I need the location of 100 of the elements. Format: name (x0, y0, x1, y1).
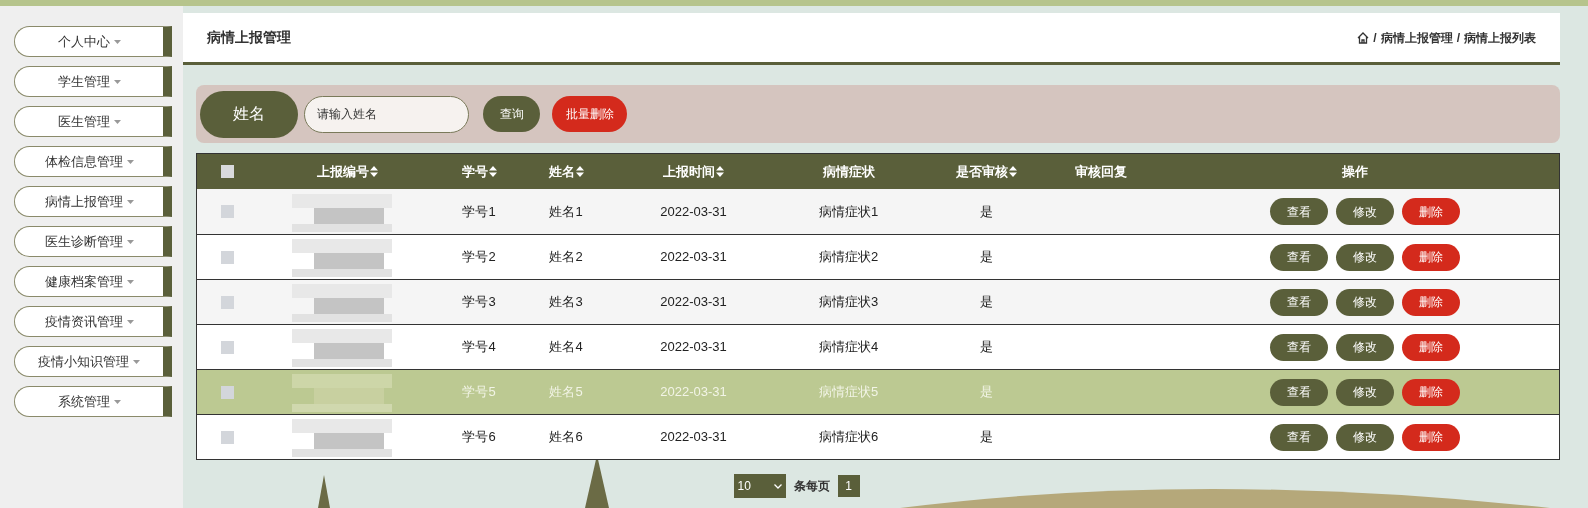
table-cell-text: 2022-03-31 (660, 383, 727, 402)
table-row[interactable]: 学号2 姓名2 2022-03-31 病情症状2 是 查看 修改 删除 (197, 234, 1559, 279)
table-cell-text: 病情症状5 (818, 383, 879, 402)
column-header[interactable]: 上报时间 (663, 161, 724, 182)
row-checkbox[interactable] (220, 250, 234, 264)
table-cell-text: 姓名1 (549, 202, 583, 221)
table-cell-text: 病情症状1 (818, 202, 879, 221)
table-cell-text: 学号3 (462, 293, 496, 312)
caret-icon (126, 319, 134, 324)
view-button[interactable]: 查看 (1270, 378, 1328, 406)
column-header[interactable]: 是否审核 (955, 161, 1017, 182)
sort-icon[interactable] (575, 166, 584, 177)
table-cell-text: 病情症状4 (818, 338, 879, 357)
edit-button[interactable]: 修改 (1336, 243, 1394, 271)
table-cell-text: 2022-03-31 (660, 428, 727, 447)
column-header[interactable]: 姓名 (548, 161, 584, 182)
table-cell-text: 学号4 (462, 338, 496, 357)
caret-icon (126, 199, 134, 204)
table-cell-text: 学号1 (462, 202, 496, 221)
sort-icon[interactable] (716, 166, 724, 177)
sidebar-item[interactable]: 健康档案管理 (14, 266, 172, 297)
caret-icon (126, 159, 134, 164)
view-button[interactable]: 查看 (1270, 288, 1328, 316)
row-checkbox[interactable] (220, 340, 234, 354)
column-header[interactable]: 学号 (461, 161, 497, 182)
caret-icon (113, 119, 121, 124)
delete-button[interactable]: 删除 (1402, 378, 1460, 406)
sidebar-item[interactable]: 病情上报管理 (14, 186, 172, 217)
search-label: 姓名 (200, 90, 298, 138)
caret-icon (113, 39, 121, 44)
breadcrumb-separator: / (1373, 29, 1377, 47)
view-button[interactable]: 查看 (1270, 198, 1328, 225)
table-cell-text: 姓名4 (549, 338, 583, 357)
sidebar-item[interactable]: 疫情资讯管理 (14, 306, 172, 337)
home-icon[interactable] (1357, 31, 1370, 44)
table-cell-text: 姓名5 (549, 383, 583, 402)
table-cell-text: 姓名6 (549, 428, 583, 447)
table-cell-text: 2022-03-31 (660, 293, 727, 312)
table-cell-text: 姓名3 (549, 293, 583, 312)
view-button[interactable]: 查看 (1270, 333, 1328, 361)
delete-button[interactable]: 删除 (1402, 198, 1460, 225)
caret-icon (113, 399, 121, 404)
table-row[interactable]: 学号6 姓名6 2022-03-31 病情症状6 是 查看 修改 删除 (197, 414, 1559, 459)
delete-button[interactable]: 删除 (1402, 288, 1460, 316)
column-header: 审核回复 (1075, 162, 1127, 181)
table-row[interactable]: 学号4 姓名4 2022-03-31 病情症状4 是 查看 修改 删除 (197, 324, 1559, 369)
table-cell-text: 是 (979, 202, 993, 221)
table-cell-text: 2022-03-31 (660, 202, 727, 221)
table-cell-text: 病情症状2 (818, 248, 879, 267)
sidebar-item[interactable]: 学生管理 (14, 66, 172, 97)
table-cell-text: 是 (979, 428, 993, 447)
page-button[interactable]: 1 (837, 475, 860, 497)
chevron-down-icon (773, 483, 782, 489)
page-title: 病情上报管理 (207, 28, 291, 47)
sort-icon[interactable] (369, 166, 378, 177)
breadcrumb-item[interactable]: 病情上报列表 (1464, 28, 1536, 47)
table-cell-text: 是 (979, 293, 993, 312)
sidebar-item[interactable]: 体检信息管理 (14, 146, 172, 177)
column-header[interactable]: 上报编号 (316, 161, 378, 182)
batch-delete-button[interactable]: 批量删除 (552, 96, 627, 132)
edit-button[interactable]: 修改 (1336, 288, 1394, 316)
caret-icon (126, 279, 134, 284)
table-row[interactable]: 学号1 姓名1 2022-03-31 病情症状1 是 查看 修改 删除 (197, 189, 1559, 234)
delete-button[interactable]: 删除 (1402, 333, 1460, 361)
row-checkbox[interactable] (220, 430, 234, 444)
name-input[interactable]: 请输入姓名 (304, 95, 469, 133)
sidebar-item[interactable]: 系统管理 (14, 386, 172, 417)
table-cell-text: 学号5 (462, 383, 496, 402)
delete-button[interactable]: 删除 (1402, 423, 1460, 451)
table-cell-text: 2022-03-31 (660, 248, 727, 267)
edit-button[interactable]: 修改 (1336, 423, 1394, 451)
table-cell-text: 是 (979, 338, 993, 357)
caret-icon (133, 359, 140, 364)
per-page-label: 条每页 (793, 478, 830, 495)
table-cell-text: 病情症状6 (818, 428, 879, 447)
select-all-checkbox[interactable] (220, 165, 234, 178)
sort-icon[interactable] (488, 166, 497, 177)
page-size-select[interactable]: 10 (733, 474, 786, 498)
sidebar-item[interactable]: 个人中心 (14, 26, 172, 57)
breadcrumb-item[interactable]: 病情上报管理 (1380, 28, 1453, 47)
table-cell-text: 学号2 (462, 248, 496, 267)
sort-icon[interactable] (1008, 166, 1017, 177)
row-checkbox[interactable] (220, 295, 234, 309)
edit-button[interactable]: 修改 (1336, 378, 1394, 406)
table-row[interactable]: 学号5 姓名5 2022-03-31 病情症状5 是 查看 修改 删除 (197, 369, 1559, 414)
sidebar-item[interactable]: 疫情小知识管理 (14, 346, 172, 377)
sidebar-item[interactable]: 医生诊断管理 (14, 226, 172, 257)
table-row[interactable]: 学号3 姓名3 2022-03-31 病情症状3 是 查看 修改 删除 (197, 279, 1559, 324)
table-cell-text: 2022-03-31 (660, 338, 727, 357)
caret-icon (126, 239, 134, 244)
view-button[interactable]: 查看 (1270, 423, 1328, 451)
row-checkbox[interactable] (220, 205, 234, 218)
edit-button[interactable]: 修改 (1336, 333, 1394, 361)
view-button[interactable]: 查看 (1270, 243, 1328, 271)
delete-button[interactable]: 删除 (1402, 243, 1460, 271)
sidebar-item[interactable]: 医生管理 (14, 106, 172, 137)
edit-button[interactable]: 修改 (1336, 198, 1394, 225)
caret-icon (113, 79, 121, 84)
row-checkbox[interactable] (220, 385, 234, 399)
search-button[interactable]: 查询 (483, 96, 540, 132)
